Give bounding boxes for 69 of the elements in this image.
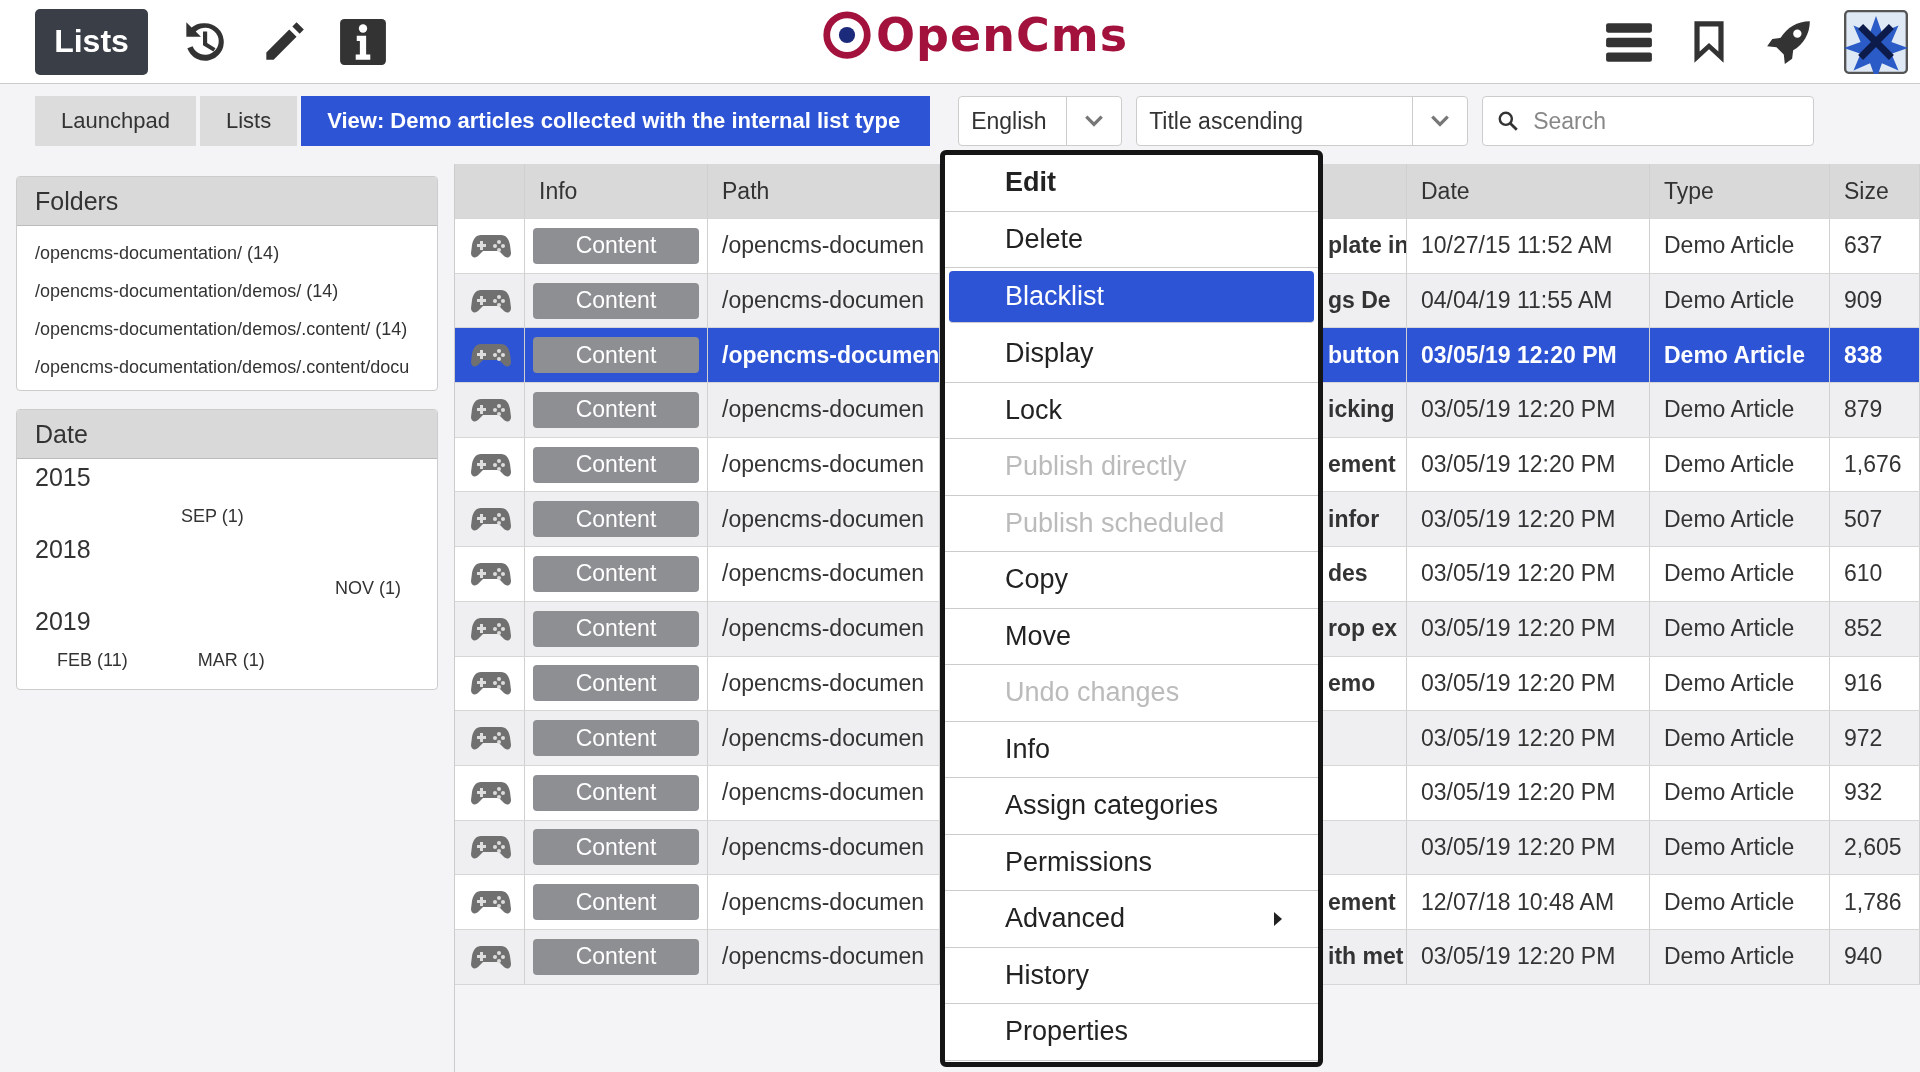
table-cell: Demo Article [1650, 875, 1830, 929]
table-cell: Demo Article [1650, 437, 1830, 492]
table-cell: 03/05/19 12:20 PM [1407, 820, 1650, 875]
table-cell: 12/07/18 10:48 AM [1407, 875, 1650, 929]
table-cell: Demo Article [1650, 601, 1830, 656]
content-badge: Content [533, 446, 699, 483]
table-cell: Demo Article [1650, 820, 1830, 875]
content-badge: Content [533, 337, 699, 374]
table-cell: 04/04/19 11:55 AM [1407, 273, 1650, 328]
table-cell: infor [1328, 505, 1380, 533]
table-cell: 932 [1830, 765, 1920, 820]
table-cell: ement [1328, 888, 1396, 916]
table-cell: Demo Article [1650, 383, 1830, 437]
panel-header: Date [17, 410, 437, 459]
table-cell: 637 [1830, 219, 1920, 273]
content-badge: Content [533, 227, 699, 264]
table-cell: 03/05/19 12:20 PM [1407, 328, 1650, 383]
content-badge: Content [533, 501, 699, 538]
content-badge: Content [533, 829, 699, 866]
table-cell: Demo Article [1650, 547, 1830, 601]
content-badge: Content [533, 610, 699, 647]
table-cell: Demo Article [1650, 492, 1830, 547]
table-cell: Demo Article [1650, 328, 1830, 383]
table-cell: 507 [1830, 492, 1920, 547]
table-cell: 909 [1830, 273, 1920, 328]
content-badge: Content [533, 555, 699, 592]
table-cell: 916 [1830, 656, 1920, 711]
table-cell: 03/05/19 12:20 PM [1407, 656, 1650, 711]
table-cell: 972 [1830, 711, 1920, 765]
table-cell: 03/05/19 12:20 PM [1407, 437, 1650, 492]
table-cell: 10/27/15 11:52 AM [1407, 219, 1650, 273]
content-badge: Content [533, 282, 699, 319]
content-badge: Content [533, 938, 699, 975]
table-cell: 1,676 [1830, 437, 1920, 492]
content-badge: Content [533, 391, 699, 428]
table-cell: 2,605 [1830, 820, 1920, 875]
table-cell: ith met [1328, 943, 1404, 971]
table-cell: 03/05/19 12:20 PM [1407, 547, 1650, 601]
table-cell: 852 [1830, 601, 1920, 656]
table-cell: 838 [1830, 328, 1920, 383]
table-cell: emo [1328, 669, 1376, 697]
content-badge: Content [533, 774, 699, 811]
table-cell: 03/05/19 12:20 PM [1407, 492, 1650, 547]
table-cell: 03/05/19 12:20 PM [1407, 711, 1650, 765]
content-badge: Content [533, 665, 699, 702]
content-badge: Content [533, 884, 699, 921]
table-cell: Demo Article [1650, 273, 1830, 328]
table-cell: 610 [1830, 547, 1920, 601]
panel-header: Folders [17, 177, 437, 226]
table-cell: 03/05/19 12:20 PM [1407, 929, 1650, 984]
table-cell: Demo Article [1650, 765, 1830, 820]
table-cell: Demo Article [1650, 656, 1830, 711]
table-cell: 03/05/19 12:20 PM [1407, 765, 1650, 820]
table-cell: 940 [1830, 929, 1920, 984]
table-cell: Demo Article [1650, 929, 1830, 984]
table-cell: gs De [1328, 287, 1391, 315]
table-cell: ement [1328, 451, 1396, 479]
table-cell: icking [1328, 396, 1395, 424]
table-cell: 1,786 [1830, 875, 1920, 929]
table-cell: 03/05/19 12:20 PM [1407, 601, 1650, 656]
table-cell: rop ex [1328, 615, 1398, 643]
table-cell: des [1328, 560, 1368, 588]
table-cell: 879 [1830, 383, 1920, 437]
content-badge: Content [533, 720, 699, 757]
table-cell: Demo Article [1650, 219, 1830, 273]
logo-text: OpenCms [876, 8, 1129, 62]
table-cell: button [1328, 341, 1400, 369]
table-cell: Demo Article [1650, 711, 1830, 765]
table-cell: 03/05/19 12:20 PM [1407, 383, 1650, 437]
